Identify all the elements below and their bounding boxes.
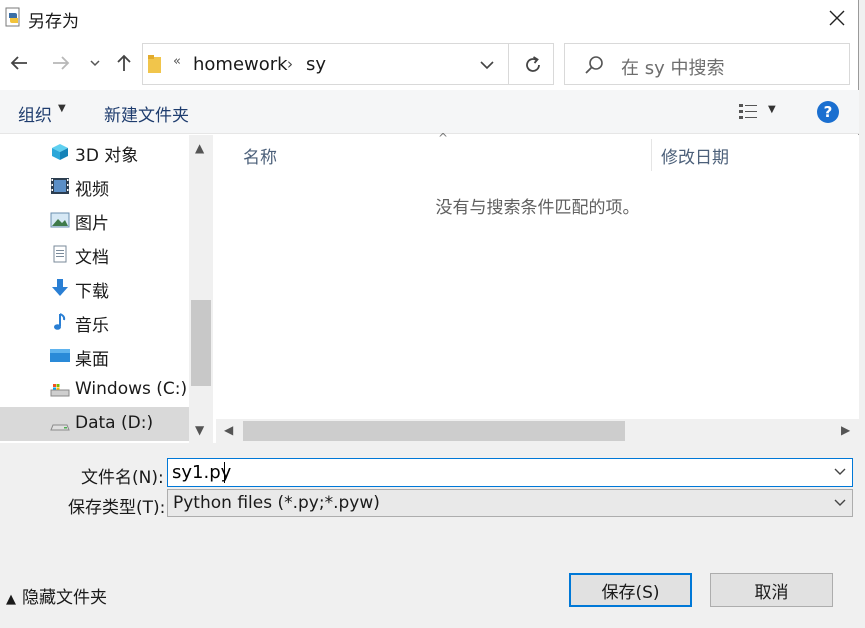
drive-icon [50,381,70,399]
filename-label: 文件名(N): [81,468,164,488]
drive-icon [50,415,70,433]
refresh-button[interactable] [521,53,545,77]
close-button[interactable] [818,2,856,34]
caret-down-icon[interactable]: ▼ [768,104,776,115]
scroll-left-arrow-icon[interactable]: ◀ [224,423,233,437]
documents-icon [50,245,70,263]
sidebar-item-data-d[interactable]: Data (D:) [0,407,189,441]
back-button[interactable] [8,52,30,74]
pictures-icon [50,211,70,229]
recent-locations-button[interactable] [84,52,106,74]
navigation-pane-scrollbar[interactable]: ▲ ▼ [189,135,213,443]
filetype-label: 保存类型(T): [68,498,166,518]
sidebar-item-label: 视频 [75,180,109,200]
refresh-icon [526,56,540,72]
sidebar-item-label: 桌面 [75,350,109,370]
close-icon [829,10,845,26]
address-overflow-chevron[interactable]: « [173,54,181,69]
column-header-name[interactable]: 名称 [243,143,277,168]
arrow-left-icon [10,56,27,70]
up-button[interactable] [113,52,135,74]
sidebar-item-label: 图片 [75,214,109,234]
search-box[interactable]: 在 sy 中搜索 [564,43,850,85]
scroll-right-arrow-icon[interactable]: ▶ [841,423,850,437]
3d-objects-icon [50,143,70,161]
command-toolbar: 组织 ▼ 新建文件夹 ▼ ? [0,90,859,134]
arrow-right-icon [53,56,70,70]
file-list-horizontal-scrollbar[interactable]: ◀ ▶ [216,419,859,443]
chevron-down-icon [90,60,100,67]
python-app-icon [4,7,24,29]
new-folder-button[interactable]: 新建文件夹 [104,101,189,126]
video-icon [50,177,70,195]
help-button[interactable]: ? [817,101,839,123]
scroll-up-arrow-icon[interactable]: ▲ [195,141,204,155]
save-as-dialog: 另存为 « homework › sy 在 sy 中搜索 组织 ▼ 新建文件夹 … [0,0,859,628]
title-bar: 另存为 [0,0,859,38]
sidebar-item-videos[interactable]: 视频 [0,169,189,203]
sidebar-item-label: Windows (C:) [75,379,188,399]
save-options-panel: 文件名(N): sy1.py 保存类型(T): Python files (*.… [0,443,859,628]
column-header-modified-date[interactable]: 修改日期 [661,143,729,168]
scrollbar-thumb[interactable] [191,300,211,386]
hide-folders-label: 隐藏文件夹 [22,588,107,608]
filetype-dropdown-button[interactable] [830,492,850,514]
address-bar[interactable]: « homework › sy [142,43,554,85]
save-button[interactable]: 保存(S) [569,573,692,607]
sidebar-item-downloads[interactable]: 下载 [0,271,189,305]
window-title: 另存为 [28,12,79,32]
cancel-button[interactable]: 取消 [710,573,833,607]
search-placeholder: 在 sy 中搜索 [621,58,725,79]
caret-down-icon: ▼ [58,103,66,114]
scrollbar-thumb[interactable] [243,421,625,441]
filename-history-dropdown[interactable] [830,461,850,483]
download-icon [50,279,70,297]
sidebar-item-3d-objects[interactable]: 3D 对象 [0,135,189,169]
chevron-down-icon [834,468,846,475]
column-divider[interactable] [651,139,652,171]
folder-icon [148,55,162,74]
address-dropdown-button[interactable] [476,54,498,76]
sidebar-item-label: Data (D:) [75,413,154,433]
breadcrumb-separator[interactable]: › [287,55,293,73]
chevron-down-icon [834,499,846,506]
arrow-up-icon [117,54,131,71]
view-options-button[interactable] [738,102,758,122]
forward-button[interactable] [50,52,72,74]
sidebar-item-music[interactable]: 音乐 [0,305,189,339]
text-cursor [224,462,225,483]
address-divider [508,44,509,84]
background-window-edge [859,0,865,628]
sidebar-item-windows-c[interactable]: Windows (C:) [0,373,189,407]
filename-input[interactable]: sy1.py [167,458,853,487]
sidebar-item-desktop[interactable]: 桌面 [0,339,189,373]
sidebar-item-label: 3D 对象 [75,146,139,166]
filetype-select[interactable]: Python files (*.py;*.pyw) [167,489,853,517]
sort-ascending-icon: ^ [438,131,449,145]
hide-folders-toggle[interactable]: ▲ 隐藏文件夹 [6,583,107,608]
breadcrumb-sy[interactable]: sy [306,54,326,75]
empty-results-message: 没有与搜索条件匹配的项。 [435,198,640,218]
sidebar-item-label: 音乐 [75,316,109,336]
details-view-icon [739,104,757,119]
caret-up-icon: ▲ [6,592,16,607]
breadcrumb-homework[interactable]: homework [193,54,288,75]
scroll-down-arrow-icon[interactable]: ▼ [195,423,204,437]
sidebar-item-label: 文档 [75,248,109,268]
file-list: ^ 名称 修改日期 没有与搜索条件匹配的项。 ◀ ▶ [216,131,859,443]
sidebar-item-documents[interactable]: 文档 [0,237,189,271]
navigation-bar: « homework › sy 在 sy 中搜索 [0,40,859,88]
search-icon [583,54,605,76]
sidebar-item-label: 下载 [75,282,109,302]
desktop-icon [50,347,70,365]
music-icon [50,313,70,331]
chevron-down-icon [480,61,494,70]
sidebar-item-pictures[interactable]: 图片 [0,203,189,237]
organize-menu[interactable]: 组织 [18,101,52,126]
navigation-pane: 3D 对象 视频 图片 文档 下载 音乐 桌面 Windows (C:) Dat… [0,135,213,443]
